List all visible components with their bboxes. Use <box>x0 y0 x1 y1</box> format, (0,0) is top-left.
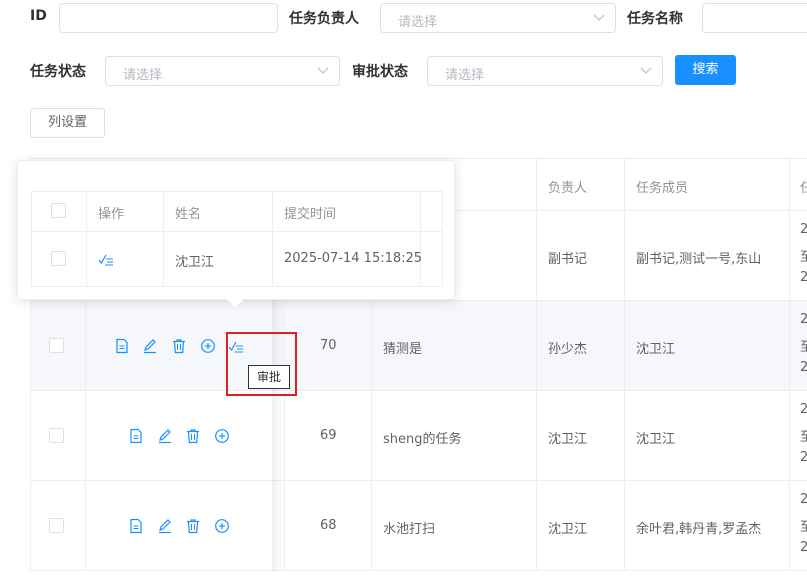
row-checkbox[interactable] <box>49 518 64 533</box>
time-cell-start: 2 <box>800 312 807 327</box>
header-owner: 负责人 <box>548 181 588 196</box>
time-cell-sep: 至 <box>800 520 807 535</box>
approval-select-placeholder: 请选择 <box>445 68 485 83</box>
id-cell: 69 <box>320 428 337 443</box>
delete-icon[interactable] <box>185 428 201 444</box>
row-checkbox[interactable] <box>49 428 64 443</box>
header-partial: 任 <box>800 181 807 196</box>
task-name-input[interactable] <box>702 3 807 33</box>
approval-label: 审批状态 <box>352 64 408 80</box>
approval-record-popover: 操作 姓名 提交时间 沈卫江 2025-07-14 15:18:25 <box>17 160 455 300</box>
popover-table <box>31 191 443 287</box>
edit-icon[interactable] <box>157 428 173 444</box>
popover-row-checkbox[interactable] <box>51 251 66 266</box>
time-cell-sep: 至 <box>800 340 807 355</box>
time-cell-end: 2 <box>800 540 807 555</box>
approval-select[interactable]: 请选择 <box>427 56 663 86</box>
approve-icon[interactable] <box>98 251 114 267</box>
time-cell-end: 2 <box>800 270 807 285</box>
status-select[interactable]: 请选择 <box>105 56 340 86</box>
members-cell: 副书记,测试一号,东山 <box>636 252 762 267</box>
popover-header-name: 姓名 <box>175 207 202 222</box>
row-checkbox[interactable] <box>49 338 64 353</box>
id-input[interactable] <box>59 3 278 33</box>
document-icon[interactable] <box>128 518 144 534</box>
popover-select-all-checkbox[interactable] <box>51 203 66 218</box>
owner-label: 任务负责人 <box>289 11 359 27</box>
owner-select[interactable]: 请选择 <box>380 3 616 33</box>
owner-cell: 副书记 <box>548 252 588 267</box>
status-label: 任务状态 <box>30 64 86 80</box>
delete-icon[interactable] <box>185 518 201 534</box>
header-members: 任务成员 <box>636 181 689 196</box>
task-name-label: 任务名称 <box>627 11 683 27</box>
edit-icon[interactable] <box>142 338 158 354</box>
task-name-cell: 猜测是 <box>383 342 423 357</box>
owner-cell: 沈卫江 <box>548 522 588 537</box>
id-label: ID <box>30 8 47 24</box>
add-circle-icon[interactable] <box>200 338 216 354</box>
chevron-down-icon <box>640 67 652 74</box>
popover-submit-time-cell: 2025-07-14 15:18:25 <box>284 251 423 266</box>
column-settings-button[interactable]: 列设置 <box>30 108 105 138</box>
id-cell: 68 <box>320 518 337 533</box>
members-cell: 沈卫江 <box>636 342 676 357</box>
status-select-placeholder: 请选择 <box>123 68 163 83</box>
owner-cell: 沈卫江 <box>548 432 588 447</box>
task-name-cell: sheng的任务 <box>383 432 462 447</box>
popover-header-submit-time: 提交时间 <box>284 207 337 222</box>
task-name-cell: 水池打扫 <box>383 522 436 537</box>
time-cell-end: 2 <box>800 450 807 465</box>
approve-tooltip: 审批 <box>248 365 291 389</box>
document-icon[interactable] <box>114 338 130 354</box>
time-cell-sep: 至 <box>800 250 807 265</box>
edit-icon[interactable] <box>157 518 173 534</box>
chevron-down-icon <box>317 67 329 74</box>
add-circle-icon[interactable] <box>214 428 230 444</box>
time-cell-end: 2 <box>800 360 807 375</box>
time-cell-start: 2 <box>800 492 807 507</box>
time-cell-start: 2 <box>800 402 807 417</box>
members-cell: 沈卫江 <box>636 432 676 447</box>
members-cell: 余叶君,韩丹青,罗孟杰 <box>636 522 762 537</box>
popover-header-action: 操作 <box>98 207 125 222</box>
delete-icon[interactable] <box>171 338 187 354</box>
popover-name-cell: 沈卫江 <box>175 255 215 270</box>
search-button[interactable]: 搜索 <box>675 55 736 85</box>
chevron-down-icon <box>593 14 605 21</box>
time-cell-sep: 至 <box>800 430 807 445</box>
id-cell: 70 <box>320 338 337 353</box>
document-icon[interactable] <box>128 428 144 444</box>
owner-cell: 孙少杰 <box>548 342 588 357</box>
owner-select-placeholder: 请选择 <box>398 15 438 30</box>
add-circle-icon[interactable] <box>214 518 230 534</box>
time-cell-start: 2 <box>800 222 807 237</box>
